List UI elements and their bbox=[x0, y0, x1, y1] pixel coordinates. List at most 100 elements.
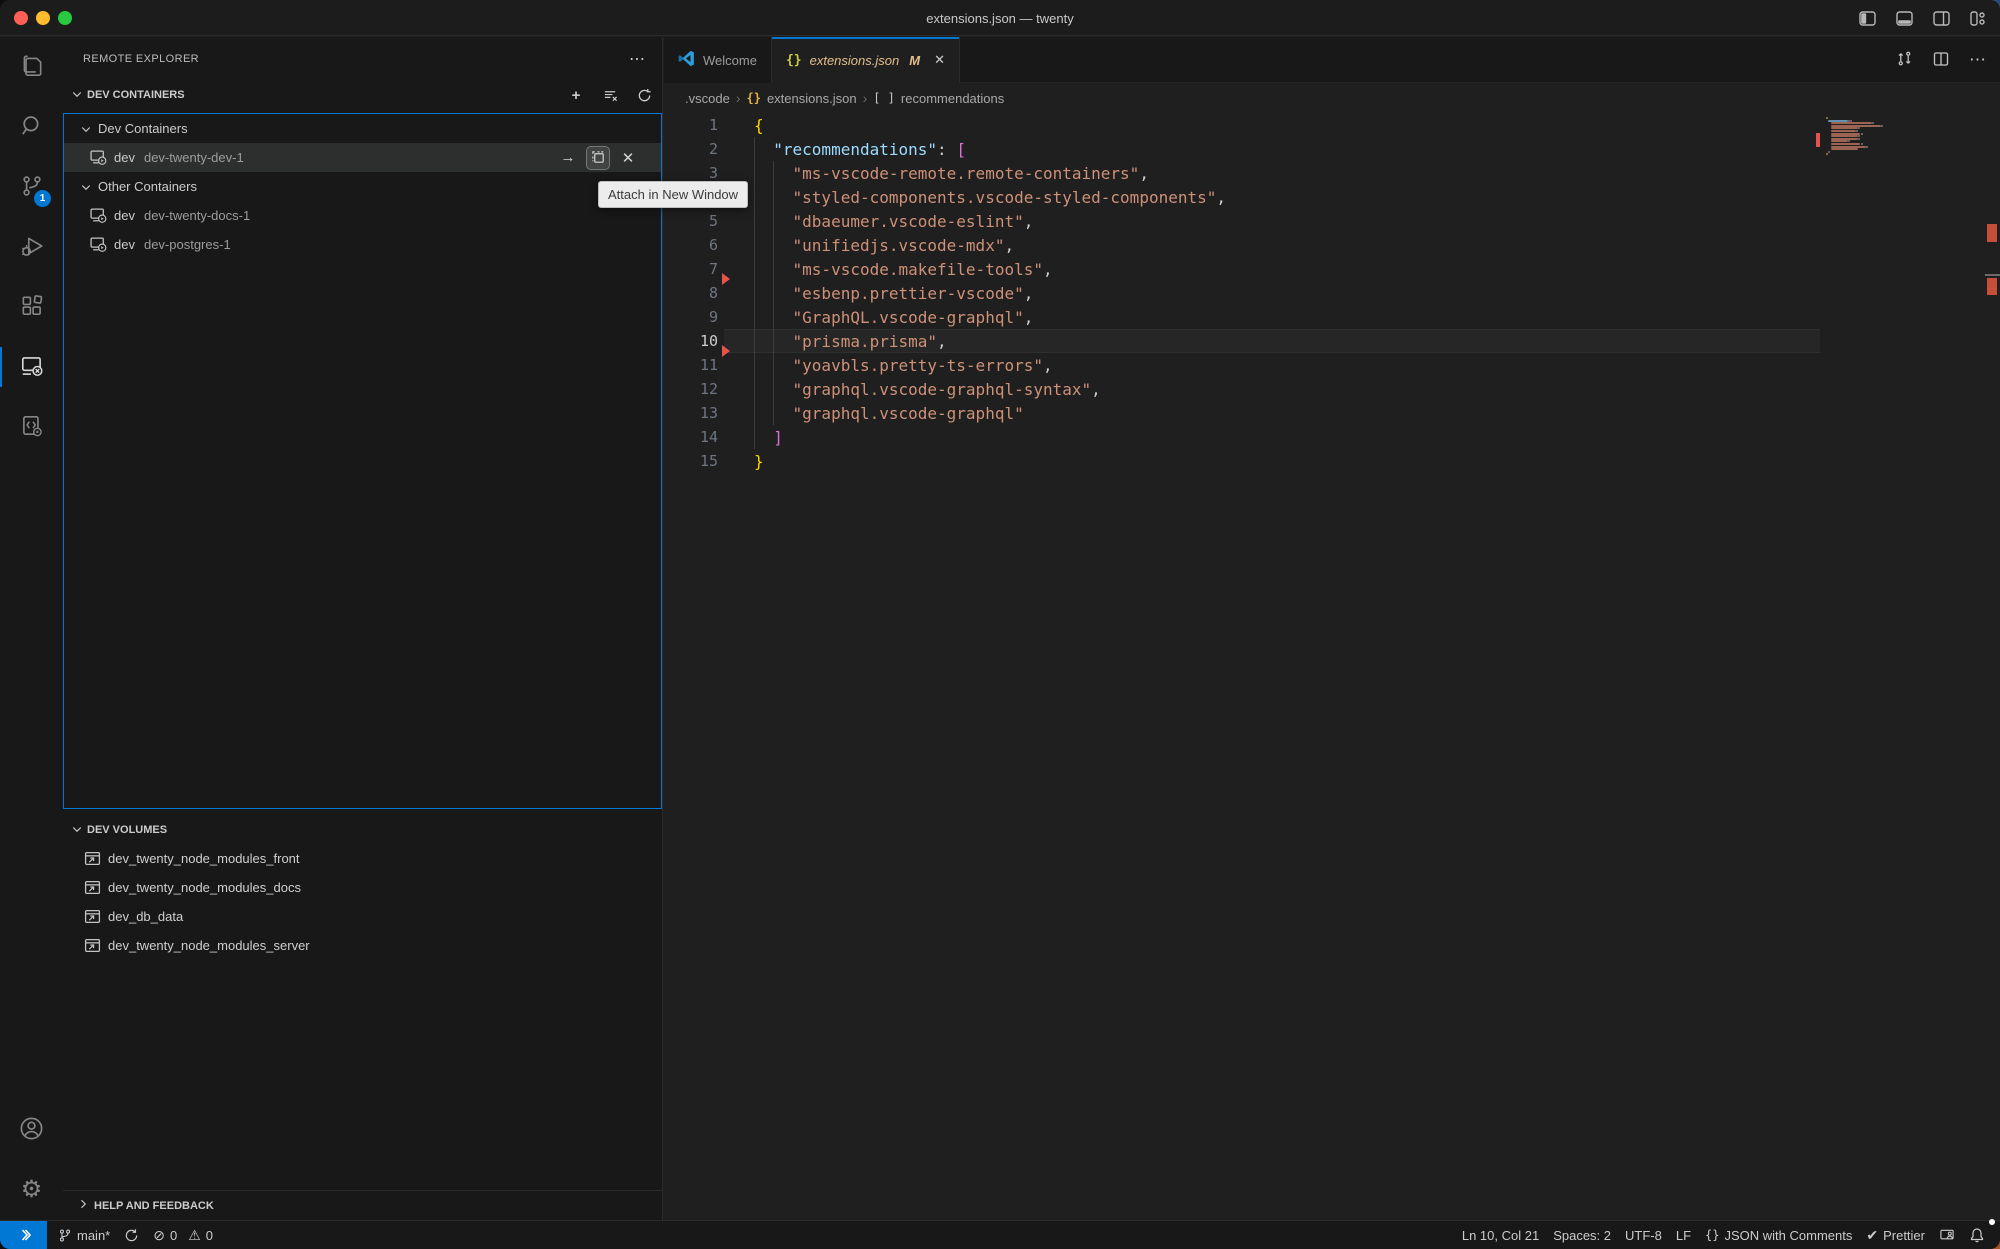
breadcrumb-item-vscode[interactable]: .vscode bbox=[685, 91, 730, 106]
indentation-item[interactable]: Spaces: 2 bbox=[1546, 1221, 1618, 1249]
section-header-dev-volumes[interactable]: DEV VOLUMES bbox=[63, 816, 662, 844]
warning-icon: ⚠ bbox=[188, 1228, 201, 1242]
line-number[interactable]: 11 bbox=[664, 356, 718, 374]
clear-list-icon[interactable] bbox=[600, 85, 620, 105]
code-line[interactable]: 10 "prisma.prisma", bbox=[664, 329, 2000, 353]
line-number[interactable]: 15 bbox=[664, 452, 718, 470]
split-editor-icon[interactable] bbox=[1933, 51, 1949, 70]
notifications-item[interactable] bbox=[1962, 1221, 1992, 1249]
language-mode-item[interactable]: {} JSON with Comments bbox=[1698, 1221, 1859, 1249]
eol-item[interactable]: LF bbox=[1669, 1221, 1698, 1249]
volume-icon bbox=[84, 879, 101, 896]
volume-row[interactable]: dev_twenty_node_modules_docs bbox=[63, 873, 662, 902]
vscode-window: extensions.json — twenty bbox=[0, 0, 2000, 1249]
line-number[interactable]: 8 bbox=[664, 284, 718, 302]
line-number[interactable]: 3 bbox=[664, 164, 718, 182]
sync-status-item[interactable] bbox=[117, 1221, 146, 1249]
more-actions-icon[interactable]: ⋯ bbox=[1969, 50, 1986, 70]
line-number[interactable]: 1 bbox=[664, 116, 718, 134]
sidebar-item-search[interactable] bbox=[0, 97, 63, 157]
tree-group-dev-containers[interactable]: Dev Containers bbox=[64, 114, 661, 143]
ruler-mark bbox=[1987, 224, 1997, 242]
line-number[interactable]: 5 bbox=[664, 212, 718, 230]
code-line[interactable]: 8 "esbenp.prettier-vscode", bbox=[664, 281, 2000, 305]
sidebar-item-source-control[interactable]: 1 bbox=[0, 157, 63, 217]
section-label: DEV VOLUMES bbox=[87, 824, 167, 836]
line-number[interactable]: 2 bbox=[664, 140, 718, 158]
toggle-primary-sidebar-icon[interactable] bbox=[1859, 11, 1876, 26]
tab-extensions-json[interactable]: {} extensions.json M ✕ bbox=[772, 37, 960, 83]
sidebar-item-extensions[interactable] bbox=[0, 277, 63, 337]
chevron-down-icon bbox=[71, 88, 83, 103]
volume-label: dev_twenty_node_modules_docs bbox=[108, 880, 301, 895]
error-count: 0 bbox=[170, 1228, 177, 1243]
group-label: Other Containers bbox=[98, 179, 197, 194]
add-container-icon[interactable]: + bbox=[566, 85, 586, 105]
refresh-icon[interactable] bbox=[634, 85, 654, 105]
more-actions-icon[interactable]: ⋯ bbox=[629, 49, 646, 69]
toggle-panel-icon[interactable] bbox=[1896, 11, 1913, 26]
volume-row[interactable]: dev_twenty_node_modules_server bbox=[63, 931, 662, 960]
code-line[interactable]: 5 "dbaeumer.vscode-eslint", bbox=[664, 209, 2000, 233]
line-number[interactable]: 13 bbox=[664, 404, 718, 422]
open-changes-icon[interactable] bbox=[1896, 50, 1913, 70]
notification-dot bbox=[1989, 1219, 1995, 1225]
accounts-button[interactable] bbox=[0, 1100, 63, 1160]
code-line[interactable]: 9 "GraphQL.vscode-graphql", bbox=[664, 305, 2000, 329]
breadcrumb-item-symbol[interactable]: recommendations bbox=[901, 91, 1004, 106]
line-number[interactable]: 12 bbox=[664, 380, 718, 398]
sidebar-item-run-and-debug[interactable] bbox=[0, 217, 63, 277]
encoding-item[interactable]: UTF-8 bbox=[1618, 1221, 1669, 1249]
manage-button[interactable]: ⚙ bbox=[0, 1160, 63, 1220]
sidebar-item-container-tools[interactable] bbox=[0, 397, 63, 457]
overview-ruler[interactable] bbox=[1985, 113, 2000, 1220]
container-row-dev-twenty-dev-1[interactable]: dev dev-twenty-dev-1 → ✕ bbox=[64, 143, 661, 172]
explorer-icon bbox=[19, 53, 45, 82]
minimap[interactable] bbox=[1826, 113, 1916, 233]
tab-welcome[interactable]: Welcome bbox=[664, 37, 772, 83]
branch-status-item[interactable]: main* bbox=[51, 1221, 117, 1249]
remote-indicator[interactable] bbox=[0, 1221, 47, 1249]
code-line[interactable]: 7 "ms-vscode.makefile-tools", bbox=[664, 257, 2000, 281]
section-header-help-and-feedback[interactable]: HELP AND FEEDBACK bbox=[63, 1190, 662, 1220]
code-line[interactable]: 1{ bbox=[664, 113, 2000, 137]
minimap-marker bbox=[1816, 133, 1820, 140]
code-line[interactable]: 14 ] bbox=[664, 425, 2000, 449]
attach-in-new-window-icon[interactable] bbox=[587, 147, 609, 169]
code-line[interactable]: 2 "recommendations": [ bbox=[664, 137, 2000, 161]
cursor-position-item[interactable]: Ln 10, Col 21 bbox=[1455, 1221, 1546, 1249]
code-line[interactable]: 4 "styled-components.vscode-styled-compo… bbox=[664, 185, 2000, 209]
problems-status-item[interactable]: ⊘ 0 ⚠ 0 bbox=[146, 1221, 220, 1249]
breadcrumb-item-file[interactable]: extensions.json bbox=[767, 91, 857, 106]
error-icon: ⊘ bbox=[153, 1228, 165, 1242]
line-number[interactable]: 14 bbox=[664, 428, 718, 446]
line-number[interactable]: 7 bbox=[664, 260, 718, 278]
sidebar-item-remote-explorer[interactable] bbox=[0, 337, 63, 397]
section-header-dev-containers[interactable]: DEV CONTAINERS + bbox=[63, 81, 662, 109]
sidebar-item-explorer[interactable] bbox=[0, 37, 63, 97]
stop-container-icon[interactable]: ✕ bbox=[617, 147, 639, 169]
volume-row[interactable]: dev_twenty_node_modules_front bbox=[63, 844, 662, 873]
line-number[interactable]: 10 bbox=[664, 332, 718, 350]
code-line[interactable]: 15} bbox=[664, 449, 2000, 473]
code-line[interactable]: 11 "yoavbls.pretty-ts-errors", bbox=[664, 353, 2000, 377]
tree-group-other-containers[interactable]: Other Containers bbox=[64, 172, 661, 201]
code-line[interactable]: 12 "graphql.vscode-graphql-syntax", bbox=[664, 377, 2000, 401]
volume-row[interactable]: dev_db_data bbox=[63, 902, 662, 931]
line-number[interactable]: 9 bbox=[664, 308, 718, 326]
code-line[interactable]: 6 "unifiedjs.vscode-mdx", bbox=[664, 233, 2000, 257]
close-tab-icon[interactable]: ✕ bbox=[934, 52, 945, 68]
toggle-secondary-sidebar-icon[interactable] bbox=[1933, 11, 1950, 26]
container-row-dev-twenty-docs-1[interactable]: dev dev-twenty-docs-1 bbox=[64, 201, 661, 230]
line-number[interactable]: 6 bbox=[664, 236, 718, 254]
feedback-item[interactable] bbox=[1932, 1221, 1962, 1249]
code-line[interactable]: 3 "ms-vscode-remote.remote-containers", bbox=[664, 161, 2000, 185]
gear-icon: ⚙ bbox=[21, 1178, 43, 1202]
formatter-item[interactable]: ✔ Prettier bbox=[1859, 1221, 1932, 1249]
attach-in-current-window-icon[interactable]: → bbox=[557, 147, 579, 169]
code-editor[interactable]: 1{2 "recommendations": [3 "ms-vscode-rem… bbox=[664, 113, 2000, 1220]
container-label: dev bbox=[114, 208, 135, 223]
code-line[interactable]: 13 "graphql.vscode-graphql" bbox=[664, 401, 2000, 425]
customize-layout-icon[interactable] bbox=[1970, 11, 1986, 26]
container-row-dev-postgres-1[interactable]: dev dev-postgres-1 bbox=[64, 230, 661, 259]
